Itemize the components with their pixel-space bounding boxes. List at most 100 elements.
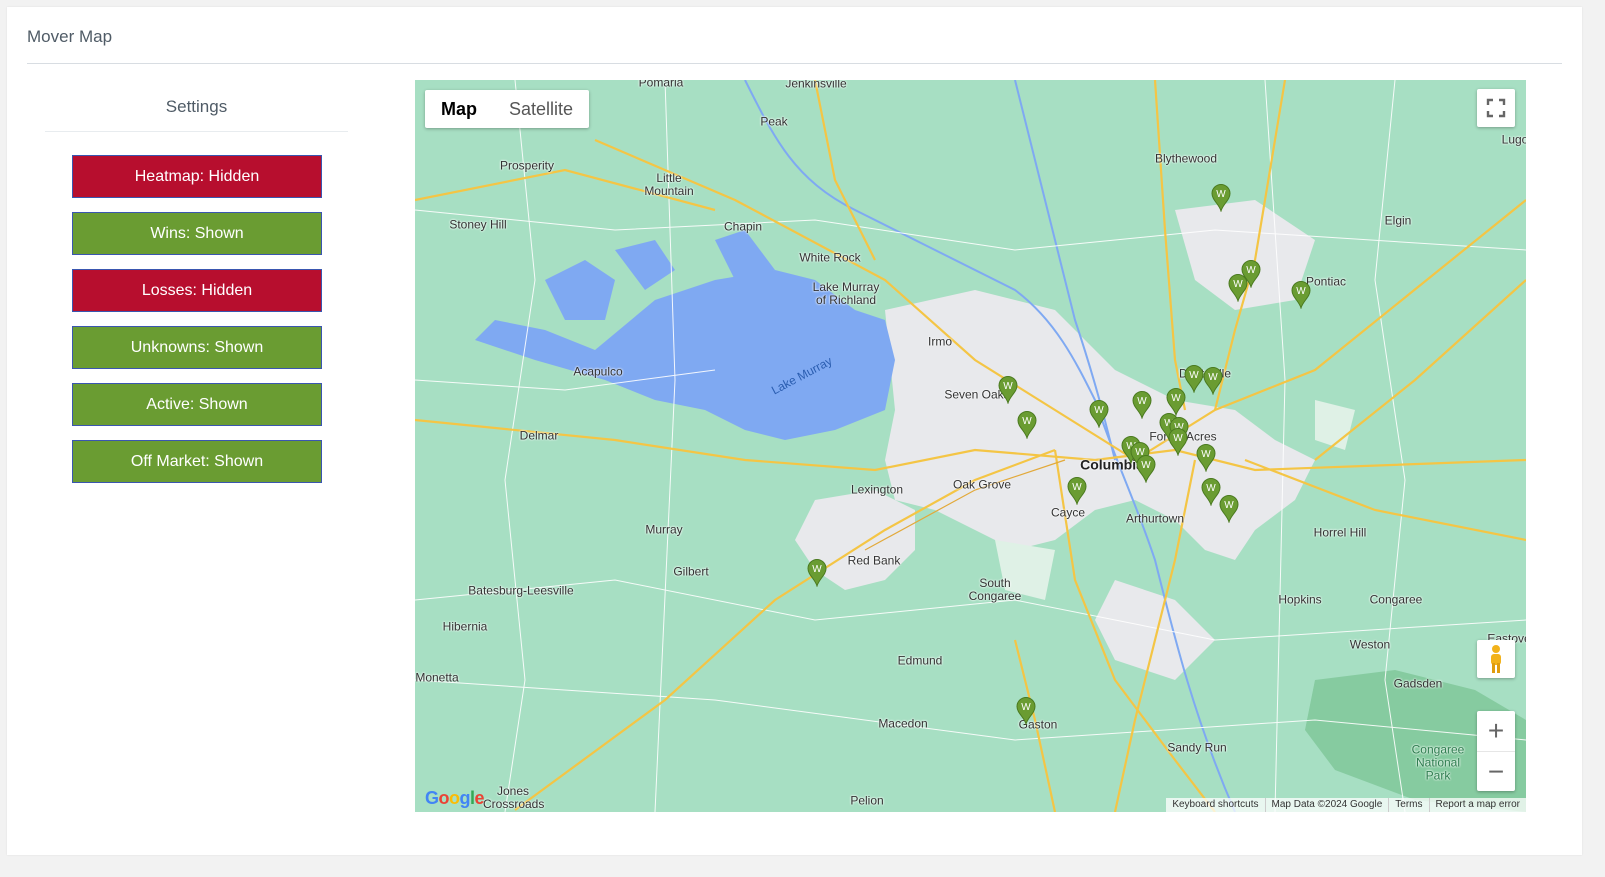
place-label: Delmar bbox=[519, 428, 559, 443]
fullscreen-icon bbox=[1486, 98, 1506, 118]
win-marker[interactable]: W bbox=[1211, 184, 1231, 213]
win-marker[interactable]: W bbox=[1166, 388, 1186, 417]
pegman-icon bbox=[1491, 645, 1501, 673]
place-label: Lugo bbox=[1501, 132, 1526, 147]
off-market-toggle-button[interactable]: Off Market: Shown bbox=[72, 440, 322, 483]
place-label: Pontiac bbox=[1305, 274, 1347, 289]
heatmap-toggle-button[interactable]: Heatmap: Hidden bbox=[72, 155, 322, 198]
win-marker[interactable]: W bbox=[1184, 365, 1204, 394]
unknowns-toggle-button[interactable]: Unknowns: Shown bbox=[72, 326, 322, 369]
svg-text:W: W bbox=[1206, 483, 1216, 494]
svg-text:W: W bbox=[1208, 372, 1218, 383]
active-toggle-button[interactable]: Active: Shown bbox=[72, 383, 322, 426]
svg-text:W: W bbox=[1094, 405, 1104, 416]
place-label: Lexington bbox=[850, 482, 904, 497]
svg-text:W: W bbox=[1173, 433, 1183, 444]
place-label: Jones Crossroads bbox=[483, 784, 545, 811]
place-label: Pomaria bbox=[638, 80, 684, 90]
place-label: Blythewood bbox=[1154, 151, 1218, 166]
place-label: Sandy Run bbox=[1167, 740, 1227, 755]
win-marker[interactable]: W bbox=[1016, 697, 1036, 726]
zoom-in-button[interactable]: + bbox=[1477, 711, 1515, 751]
place-label: Horrel Hill bbox=[1313, 525, 1367, 540]
svg-text:W: W bbox=[1201, 449, 1211, 460]
place-label: Hibernia bbox=[442, 619, 488, 634]
place-label: Little Mountain bbox=[644, 171, 694, 198]
place-label: Gadsden bbox=[1393, 676, 1443, 691]
place-label: Elgin bbox=[1384, 213, 1412, 228]
place-label: Edmund bbox=[897, 653, 943, 668]
google-logo: Google bbox=[425, 788, 485, 808]
map-type-satellite-button[interactable]: Satellite bbox=[493, 90, 589, 128]
place-label: Arthurtown bbox=[1125, 511, 1185, 526]
win-marker[interactable]: W bbox=[1219, 495, 1239, 524]
win-marker[interactable]: W bbox=[1017, 411, 1037, 440]
place-label: Peak bbox=[760, 114, 788, 129]
place-label: Congaree National Park bbox=[1411, 742, 1465, 783]
svg-text:W: W bbox=[1216, 189, 1226, 200]
settings-panel: Settings Heatmap: Hidden Wins: Shown Los… bbox=[45, 91, 348, 497]
place-label: Red Bank bbox=[847, 553, 901, 568]
terms-link[interactable]: Terms bbox=[1388, 798, 1428, 812]
win-marker[interactable]: W bbox=[1132, 391, 1152, 420]
svg-text:W: W bbox=[1141, 460, 1151, 471]
map-base-layer bbox=[415, 80, 1526, 812]
win-marker[interactable]: W bbox=[998, 376, 1018, 405]
win-marker[interactable]: W bbox=[1241, 260, 1261, 289]
place-label: Irmo bbox=[928, 334, 952, 349]
place-label: Congaree bbox=[1369, 592, 1423, 607]
win-marker[interactable]: W bbox=[1168, 428, 1188, 457]
place-label: Prosperity bbox=[499, 158, 555, 173]
svg-text:W: W bbox=[1137, 396, 1147, 407]
map-data-attribution: Map Data ©2024 Google bbox=[1264, 798, 1389, 812]
place-label: Monetta bbox=[415, 670, 459, 685]
svg-text:W: W bbox=[1224, 500, 1234, 511]
report-error-link[interactable]: Report a map error bbox=[1428, 798, 1526, 812]
place-label: Gilbert bbox=[673, 564, 709, 579]
zoom-out-button[interactable]: − bbox=[1477, 751, 1515, 792]
svg-text:W: W bbox=[1171, 393, 1181, 404]
place-label: Chapin bbox=[723, 219, 763, 234]
street-view-pegman-button[interactable] bbox=[1477, 640, 1515, 678]
win-marker[interactable]: W bbox=[1089, 400, 1109, 429]
win-marker[interactable]: W bbox=[1067, 477, 1087, 506]
win-marker[interactable]: W bbox=[1291, 281, 1311, 310]
losses-toggle-button[interactable]: Losses: Hidden bbox=[72, 269, 322, 312]
svg-text:W: W bbox=[1296, 286, 1306, 297]
place-label: Jenkinsville bbox=[785, 80, 847, 91]
svg-text:W: W bbox=[1021, 702, 1031, 713]
place-label: Cayce bbox=[1050, 505, 1086, 520]
zoom-control: + − bbox=[1477, 711, 1515, 791]
win-marker[interactable]: W bbox=[1136, 455, 1156, 484]
win-marker[interactable]: W bbox=[1196, 444, 1216, 473]
win-marker[interactable]: W bbox=[1203, 367, 1223, 396]
place-label: Stoney Hill bbox=[449, 217, 507, 232]
place-label: Weston bbox=[1349, 637, 1391, 652]
svg-text:W: W bbox=[1246, 265, 1256, 276]
svg-text:W: W bbox=[812, 564, 822, 575]
page-title: Mover Map bbox=[27, 27, 113, 46]
place-label: Pelion bbox=[850, 793, 884, 808]
win-marker[interactable]: W bbox=[807, 559, 827, 588]
place-label: Murray bbox=[645, 522, 683, 537]
map-canvas[interactable]: Pomaria Jenkinsville Peak Blythewood Lug… bbox=[415, 80, 1526, 812]
place-label: White Rock bbox=[799, 250, 861, 265]
settings-title: Settings bbox=[45, 91, 348, 132]
fullscreen-button[interactable] bbox=[1477, 89, 1515, 127]
place-label: Batesburg-Leesville bbox=[468, 583, 574, 598]
svg-text:W: W bbox=[1003, 381, 1013, 392]
place-label: South Congaree bbox=[968, 576, 1022, 603]
place-label: Oak Grove bbox=[952, 477, 1012, 492]
wins-toggle-button[interactable]: Wins: Shown bbox=[72, 212, 322, 255]
win-marker[interactable]: W bbox=[1201, 478, 1221, 507]
svg-text:W: W bbox=[1189, 370, 1199, 381]
svg-text:W: W bbox=[1072, 482, 1082, 493]
map-type-control: Map Satellite bbox=[425, 90, 590, 128]
map-type-map-button[interactable]: Map bbox=[425, 90, 493, 128]
keyboard-shortcuts-link[interactable]: Keyboard shortcuts bbox=[1166, 798, 1264, 812]
place-label: Lake Murray of Richland bbox=[812, 280, 880, 307]
settings-buttons: Heatmap: Hidden Wins: Shown Losses: Hidd… bbox=[45, 155, 348, 483]
title-divider bbox=[27, 63, 1562, 64]
place-label: Hopkins bbox=[1278, 592, 1322, 607]
place-label: Macedon bbox=[878, 716, 928, 731]
